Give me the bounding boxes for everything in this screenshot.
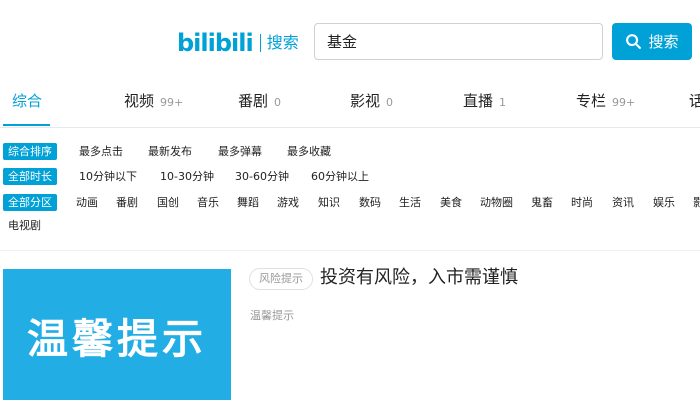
search-button[interactable]: 搜索 — [612, 23, 692, 60]
duration-option[interactable]: 10-30分钟 — [160, 168, 214, 185]
section-divider — [0, 250, 700, 251]
tab-label: 话 — [689, 92, 700, 110]
zone-option[interactable]: 美食 — [440, 194, 462, 211]
sort-filter-active[interactable]: 综合排序 — [3, 143, 57, 160]
zone-option[interactable]: 游戏 — [277, 194, 299, 211]
search-icon — [626, 34, 642, 49]
tab-count: 0 — [386, 96, 394, 109]
zone-option[interactable]: 电视剧 — [8, 217, 41, 234]
logo-wordmark: bilibili — [177, 29, 254, 57]
zone-filter-active[interactable]: 全部分区 — [3, 194, 57, 211]
thumbnail-text: 温馨提示 — [27, 314, 207, 363]
duration-option[interactable]: 30-60分钟 — [235, 168, 289, 185]
zone-option[interactable]: 影 — [693, 194, 700, 211]
zone-option[interactable]: 舞蹈 — [237, 194, 259, 211]
duration-option[interactable]: 60分钟以上 — [311, 168, 369, 185]
risk-badge: 风险提示 — [249, 268, 313, 290]
tab-video[interactable]: 视频 99+ — [124, 85, 183, 125]
sort-filter-row: 综合排序 最多点击 最新发布 最多弹幕 最多收藏 — [0, 143, 700, 163]
tab-label: 视频 — [124, 92, 155, 110]
bilibili-logo[interactable]: bilibili 搜索 — [177, 28, 299, 58]
tab-count: 0 — [274, 96, 282, 109]
zone-option[interactable]: 数码 — [359, 194, 381, 211]
zone-filter-row: 全部分区 动画 番剧 国创 音乐 舞蹈 游戏 知识 数码 生活 美食 动物圈 鬼… — [0, 194, 700, 234]
tab-label: 番剧 — [238, 92, 269, 110]
tab-bangumi[interactable]: 番剧 0 — [238, 85, 281, 125]
zone-option[interactable]: 时尚 — [571, 194, 593, 211]
search-input[interactable] — [314, 23, 603, 60]
duration-filter-row: 全部时长 10分钟以下 10-30分钟 30-60分钟 60分钟以上 — [0, 168, 700, 188]
zone-option[interactable]: 番剧 — [116, 194, 138, 211]
zone-option[interactable]: 动物圈 — [480, 194, 513, 211]
tab-label: 直播 — [463, 92, 494, 110]
zone-option[interactable]: 资讯 — [612, 194, 634, 211]
duration-filter-active[interactable]: 全部时长 — [3, 168, 57, 185]
tab-live[interactable]: 直播 1 — [463, 85, 506, 125]
result-type-tabs: 综合 视频 99+ 番剧 0 影视 0 直播 1 专栏 99+ 话 — [0, 85, 700, 128]
tab-all[interactable]: 综合 — [12, 85, 42, 125]
tab-topic[interactable]: 话 — [689, 85, 700, 125]
tab-label: 专栏 — [576, 92, 607, 110]
tab-label: 影视 — [350, 92, 381, 110]
sort-option[interactable]: 最多点击 — [79, 143, 123, 160]
zone-option[interactable]: 国创 — [157, 194, 179, 211]
search-button-label: 搜索 — [648, 33, 679, 51]
active-tab-underline — [3, 124, 50, 126]
tab-count: 99+ — [612, 96, 636, 109]
result-thumbnail[interactable]: 温馨提示 — [3, 269, 231, 400]
tab-count: 99+ — [160, 96, 184, 109]
zone-option[interactable]: 生活 — [399, 194, 421, 211]
tab-film[interactable]: 影视 0 — [350, 85, 393, 125]
zone-option[interactable]: 音乐 — [197, 194, 219, 211]
tab-count: 1 — [499, 96, 507, 109]
sort-option[interactable]: 最新发布 — [148, 143, 192, 160]
tab-label: 综合 — [12, 92, 43, 110]
sort-option[interactable]: 最多弹幕 — [218, 143, 262, 160]
sort-option[interactable]: 最多收藏 — [287, 143, 331, 160]
tab-article[interactable]: 专栏 99+ — [576, 85, 635, 125]
duration-option[interactable]: 10分钟以下 — [79, 168, 137, 185]
logo-subtitle: 搜索 — [266, 33, 299, 52]
result-title[interactable]: 投资有风险，入市需谨慎 — [320, 266, 518, 290]
result-description: 温馨提示 — [250, 309, 294, 322]
zone-option[interactable]: 动画 — [76, 194, 98, 211]
logo-divider — [259, 34, 261, 52]
zone-option[interactable]: 鬼畜 — [531, 194, 553, 211]
zone-option[interactable]: 娱乐 — [653, 194, 675, 211]
zone-option[interactable]: 知识 — [318, 194, 340, 211]
